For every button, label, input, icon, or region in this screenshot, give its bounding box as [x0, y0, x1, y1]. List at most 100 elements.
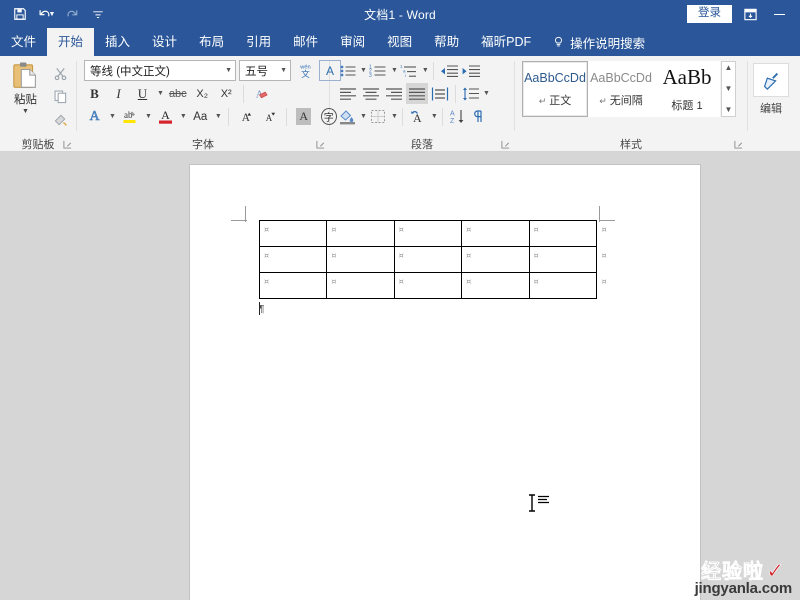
customize-qat-icon[interactable]: [86, 3, 110, 25]
styles-dialog-launcher[interactable]: [734, 140, 743, 149]
bold-button[interactable]: B: [84, 83, 105, 104]
numbering-dropdown-caret[interactable]: ▼: [391, 67, 398, 74]
font-size-combo[interactable]: 五号 ▼: [239, 60, 291, 81]
tab-layout[interactable]: 布局: [188, 28, 235, 56]
align-right-icon[interactable]: [383, 83, 405, 104]
scissors-icon[interactable]: [49, 63, 71, 83]
minimize-button[interactable]: [768, 13, 790, 15]
text-effects-icon[interactable]: A: [84, 106, 105, 127]
show-formatting-marks-icon[interactable]: [469, 106, 490, 127]
tab-file[interactable]: 文件: [0, 28, 47, 56]
highlight-dropdown-caret[interactable]: ▼: [145, 113, 152, 120]
line-spacing-icon[interactable]: [460, 83, 481, 104]
document-canvas[interactable]: ¤ ¤ ¤ ¤ ¤ ¤ ¤ ¤ ¤ ¤ ¤ ¤ ¤ ¤ ¤ ¤ ¤ ¤ ¶ 经验…: [0, 152, 800, 600]
bullet-list-icon[interactable]: [337, 60, 358, 81]
tab-references[interactable]: 引用: [235, 28, 282, 56]
underline-button[interactable]: U: [132, 83, 153, 104]
underline-dropdown-caret[interactable]: ▼: [157, 90, 164, 97]
find-select-icon[interactable]: [753, 63, 789, 97]
highlight-color-icon[interactable]: ab: [119, 106, 141, 127]
table-cell[interactable]: ¤ ¤: [528, 246, 607, 273]
table-cell[interactable]: ¤: [461, 220, 530, 247]
font-name-combo[interactable]: 等线 (中文正文) ▼: [84, 60, 236, 81]
grow-font-button[interactable]: A: [235, 106, 256, 127]
shading-icon[interactable]: [337, 106, 358, 127]
line-spacing-dropdown-caret[interactable]: ▼: [483, 90, 490, 97]
strikethrough-button[interactable]: abc: [167, 83, 189, 104]
undo-dropdown-caret[interactable]: ▼: [49, 11, 56, 18]
tab-foxit-pdf[interactable]: 福昕PDF: [470, 28, 542, 56]
table-cell[interactable]: ¤: [393, 246, 463, 273]
clear-formatting-icon[interactable]: A: [250, 83, 272, 104]
tab-design[interactable]: 设计: [141, 28, 188, 56]
document-table[interactable]: ¤ ¤ ¤ ¤ ¤ ¤ ¤ ¤ ¤ ¤ ¤ ¤ ¤ ¤ ¤ ¤ ¤ ¤: [258, 220, 607, 299]
table-cell[interactable]: ¤ ¤: [528, 272, 607, 299]
sort-icon[interactable]: AZ: [447, 106, 468, 127]
borders-icon[interactable]: [368, 106, 389, 127]
table-cell[interactable]: ¤: [258, 272, 328, 299]
styles-scroll-down-icon[interactable]: ▼: [725, 85, 733, 93]
text-effects-dropdown-caret[interactable]: ▼: [109, 113, 116, 120]
table-cell[interactable]: ¤: [326, 272, 395, 299]
character-shading-icon[interactable]: A: [293, 106, 315, 127]
change-case-button[interactable]: Aa: [190, 106, 211, 127]
decrease-indent-icon[interactable]: [438, 60, 459, 81]
table-cell[interactable]: ¤: [393, 220, 463, 247]
text-direction-icon[interactable]: A: [407, 106, 429, 127]
styles-more-icon[interactable]: ▼: [725, 106, 733, 114]
text-direction-dropdown-caret[interactable]: ▼: [431, 113, 438, 120]
increase-indent-icon[interactable]: [460, 60, 481, 81]
borders-dropdown-caret[interactable]: ▼: [391, 113, 398, 120]
document-page[interactable]: ¤ ¤ ¤ ¤ ¤ ¤ ¤ ¤ ¤ ¤ ¤ ¤ ¤ ¤ ¤ ¤ ¤ ¤ ¶: [190, 165, 700, 600]
style-item-normal[interactable]: AaBbCcDd ↵ 正文: [522, 61, 588, 117]
table-cell[interactable]: ¤: [258, 220, 328, 247]
table-cell[interactable]: ¤: [326, 246, 395, 273]
style-item-heading-1[interactable]: AaBb 标题 1: [654, 61, 720, 117]
format-painter-icon[interactable]: [49, 109, 71, 129]
styles-scrollbar[interactable]: ▲ ▼ ▼: [721, 61, 736, 117]
tab-insert[interactable]: 插入: [94, 28, 141, 56]
table-cell[interactable]: ¤: [258, 246, 328, 273]
tab-view[interactable]: 视图: [376, 28, 423, 56]
ribbon-display-options-icon[interactable]: [738, 3, 762, 25]
change-case-dropdown-caret[interactable]: ▼: [215, 113, 222, 120]
tab-home[interactable]: 开始: [47, 28, 95, 56]
table-row[interactable]: ¤ ¤ ¤ ¤ ¤ ¤: [258, 272, 607, 299]
clipboard-dialog-launcher[interactable]: [63, 140, 72, 149]
font-dialog-launcher[interactable]: [316, 140, 325, 149]
table-cell[interactable]: ¤: [326, 220, 395, 247]
table-cell[interactable]: ¤ ¤: [528, 220, 607, 247]
table-row[interactable]: ¤ ¤ ¤ ¤ ¤ ¤: [258, 246, 607, 273]
subscript-button[interactable]: X₂: [192, 83, 213, 104]
redo-icon[interactable]: [60, 3, 84, 25]
table-cell[interactable]: ¤: [393, 272, 463, 299]
paste-dropdown-caret[interactable]: ▼: [22, 108, 29, 115]
tab-help[interactable]: 帮助: [423, 28, 470, 56]
align-center-icon[interactable]: [360, 83, 382, 104]
table-cell[interactable]: ¤: [461, 272, 530, 299]
style-item-no-spacing[interactable]: AaBbCcDd ↵ 无间隔: [588, 61, 654, 117]
table-row[interactable]: ¤ ¤ ¤ ¤ ¤ ¤: [258, 220, 607, 247]
tell-me-search[interactable]: 操作说明搜索: [542, 28, 645, 56]
multilevel-dropdown-caret[interactable]: ▼: [422, 67, 429, 74]
paste-button[interactable]: 粘贴 ▼: [5, 59, 46, 115]
paragraph-dialog-launcher[interactable]: [501, 140, 510, 149]
shrink-font-button[interactable]: A: [259, 106, 280, 127]
font-color-dropdown-caret[interactable]: ▼: [180, 113, 187, 120]
multilevel-list-icon[interactable]: 1ai: [399, 60, 420, 81]
shading-dropdown-caret[interactable]: ▼: [360, 113, 367, 120]
font-color-icon[interactable]: A: [155, 106, 176, 127]
tab-review[interactable]: 审阅: [329, 28, 376, 56]
superscript-button[interactable]: X²: [216, 83, 237, 104]
tab-mailings[interactable]: 邮件: [282, 28, 329, 56]
copy-icon[interactable]: [49, 86, 71, 106]
justify-icon[interactable]: [406, 83, 428, 104]
chevron-down-icon[interactable]: ▼: [277, 67, 287, 74]
table-cell[interactable]: ¤: [461, 246, 530, 273]
bullets-dropdown-caret[interactable]: ▼: [360, 67, 367, 74]
distributed-icon[interactable]: [429, 83, 451, 104]
align-left-icon[interactable]: [337, 83, 359, 104]
undo-icon[interactable]: ▼: [34, 3, 58, 25]
chevron-down-icon[interactable]: ▼: [222, 67, 232, 74]
italic-button[interactable]: I: [108, 83, 129, 104]
